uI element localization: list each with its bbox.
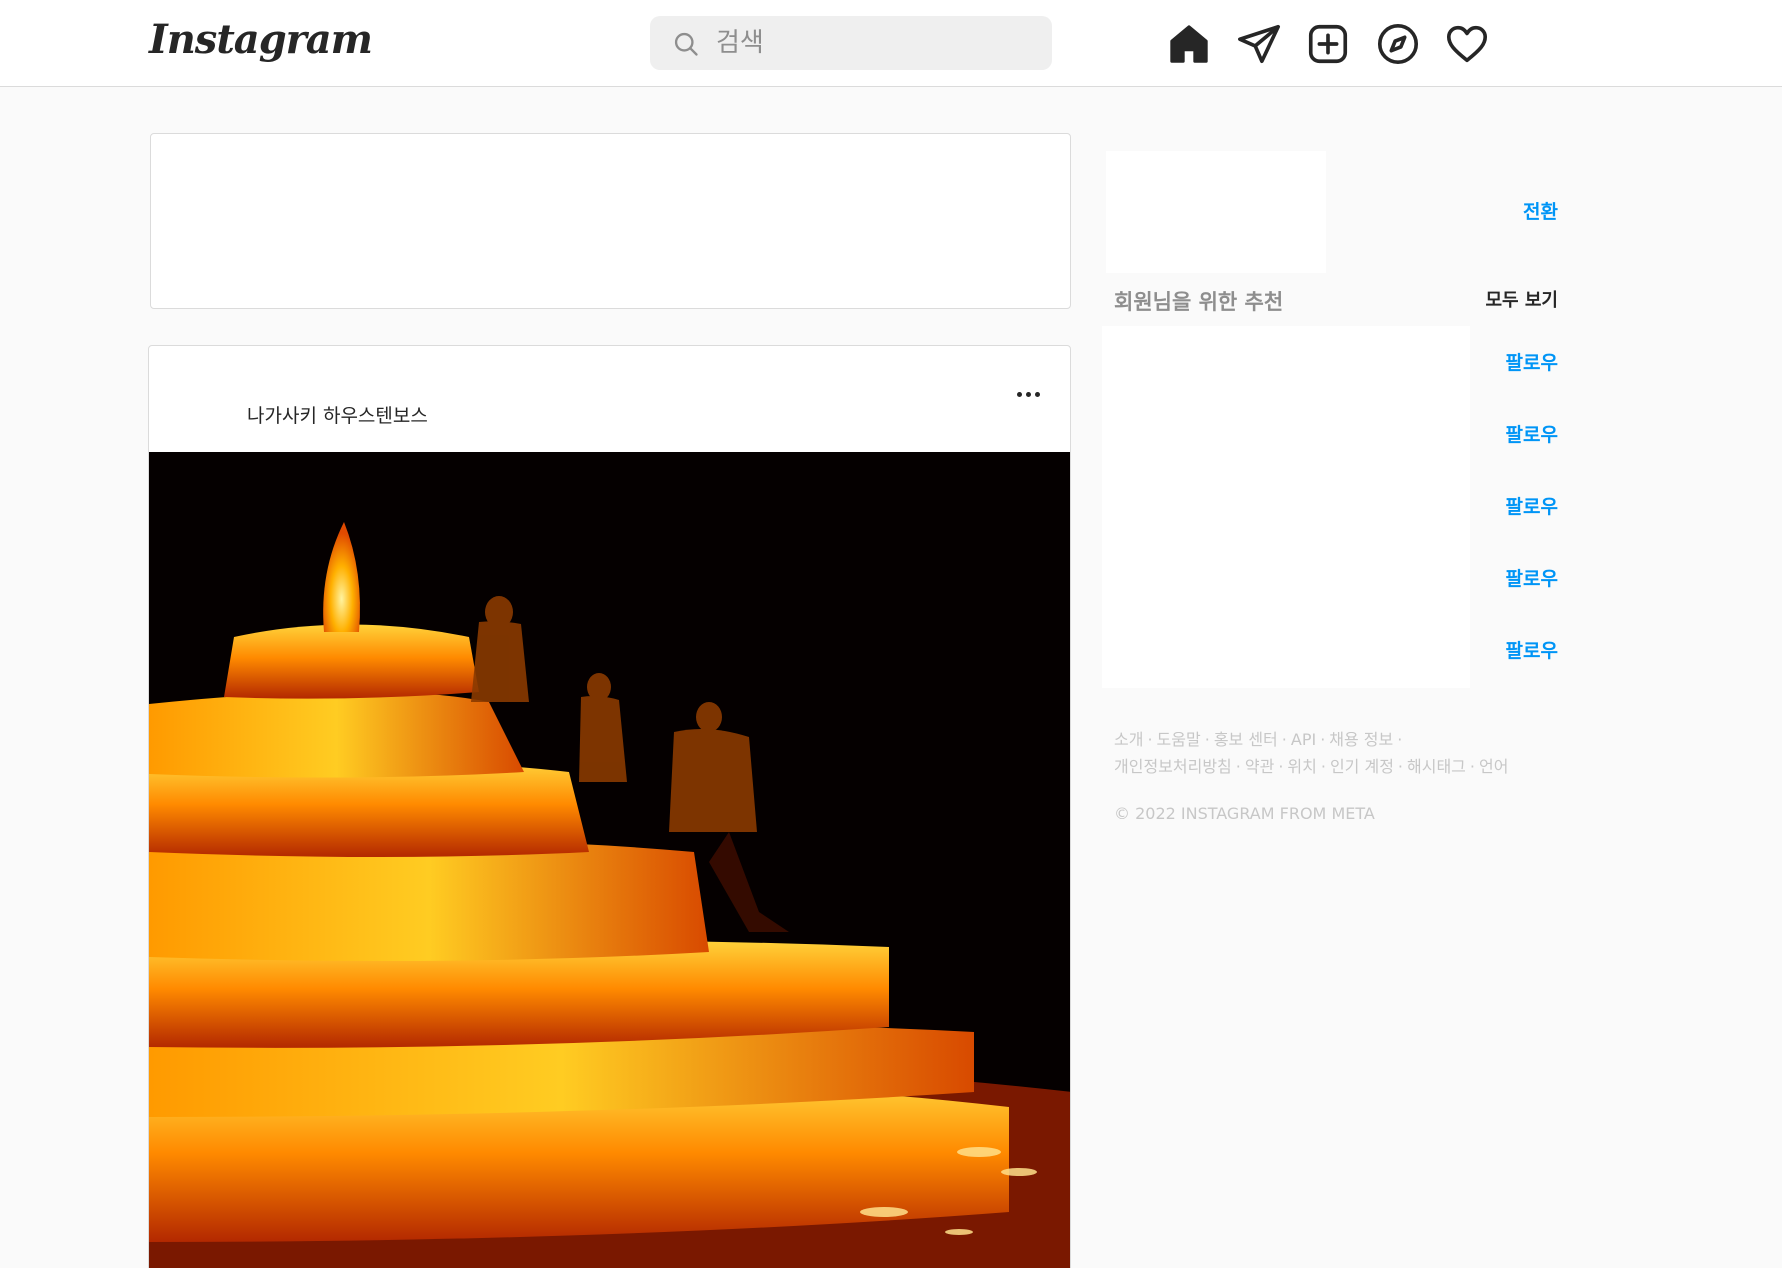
direct-messages-button[interactable] xyxy=(1236,21,1282,67)
footer-separator: · xyxy=(1397,730,1403,749)
footer-link-hashtags[interactable]: 해시태그 xyxy=(1407,757,1466,776)
footer-separator: · xyxy=(1320,730,1326,749)
suggestions-title: 회원님을 위한 추천 xyxy=(1114,290,1284,314)
footer-separator: · xyxy=(1278,757,1284,776)
home-button[interactable] xyxy=(1166,21,1212,67)
more-dot-icon xyxy=(1026,392,1031,397)
footer-separator: · xyxy=(1147,730,1153,749)
new-post-button[interactable] xyxy=(1305,21,1351,67)
footer-link-terms[interactable]: 약관 xyxy=(1245,757,1274,776)
footer-separator: · xyxy=(1235,757,1241,776)
footer-links: 소개 · 도움말 · 홍보 센터 · API · 채용 정보 · 개인정보처리방침 · 약관 · 위치 · 인… xyxy=(1114,726,1574,780)
footer-link-jobs[interactable]: 채용 정보 xyxy=(1329,730,1393,749)
footer-link-locations[interactable]: 위치 xyxy=(1287,757,1316,776)
footer-separator: · xyxy=(1469,757,1475,776)
compass-icon xyxy=(1377,23,1419,65)
footer-link-privacy[interactable]: 개인정보처리방침 xyxy=(1114,757,1232,776)
footer-separator: · xyxy=(1281,730,1287,749)
current-user-profile xyxy=(1106,151,1326,273)
copyright-text: © 2022 INSTAGRAM FROM META xyxy=(1114,804,1375,823)
home-icon xyxy=(1170,25,1208,63)
suggested-accounts-list xyxy=(1102,326,1470,688)
more-options-button[interactable] xyxy=(1009,376,1049,412)
activity-button[interactable] xyxy=(1444,21,1490,67)
footer-link-about[interactable]: 소개 xyxy=(1114,730,1143,749)
explore-button[interactable] xyxy=(1375,21,1421,67)
search-input[interactable] xyxy=(716,24,1036,62)
footer-link-language[interactable]: 언어 xyxy=(1479,757,1508,776)
search-box[interactable] xyxy=(650,16,1052,70)
post-username[interactable]: 나가사키 하우스텐보스 xyxy=(247,401,428,428)
switch-account-button[interactable]: 전환 xyxy=(1512,197,1558,224)
paper-plane-icon xyxy=(1238,24,1280,64)
footer-separator: · xyxy=(1204,730,1210,749)
post-photo[interactable] xyxy=(149,452,1070,1268)
heart-icon xyxy=(1446,25,1488,63)
instagram-logo[interactable]: Instagram xyxy=(149,16,373,63)
footer-separator: · xyxy=(1397,757,1404,776)
search-icon xyxy=(674,32,698,56)
follow-button[interactable]: 팔로우 xyxy=(1488,348,1558,375)
footer-row: 소개 · 도움말 · 홍보 센터 · API · 채용 정보 · xyxy=(1114,726,1574,753)
follow-button[interactable]: 팔로우 xyxy=(1488,564,1558,591)
more-dot-icon xyxy=(1017,392,1022,397)
more-dot-icon xyxy=(1035,392,1040,397)
post-header: 나가사키 하우스텐보스 xyxy=(149,346,1070,452)
fountain-photo xyxy=(149,452,1070,1268)
follow-button[interactable]: 팔로우 xyxy=(1488,636,1558,663)
footer-link-press[interactable]: 홍보 센터 xyxy=(1214,730,1278,749)
plus-square-icon xyxy=(1308,24,1348,64)
follow-button[interactable]: 팔로우 xyxy=(1488,492,1558,519)
footer-row: 개인정보처리방침 · 약관 · 위치 · 인기 계정 · 해시태그 · 언어 xyxy=(1114,753,1574,780)
footer-link-api[interactable]: API xyxy=(1291,730,1316,749)
footer-link-top-accounts[interactable]: 인기 계정 xyxy=(1330,757,1394,776)
see-all-button[interactable]: 모두 보기 xyxy=(1472,286,1558,312)
feed-post: 나가사키 하우스텐보스 xyxy=(148,345,1071,1268)
footer-link-help[interactable]: 도움말 xyxy=(1157,730,1201,749)
footer-separator: · xyxy=(1320,757,1326,776)
stories-tray xyxy=(150,133,1071,309)
top-navigation-bar: Instagram xyxy=(0,0,1782,87)
follow-button[interactable]: 팔로우 xyxy=(1488,420,1558,447)
